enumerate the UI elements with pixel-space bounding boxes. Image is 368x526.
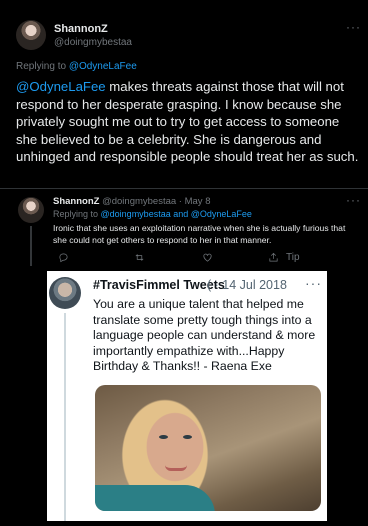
tip-button[interactable]: Tip xyxy=(286,252,300,266)
reply-header: ShannonZ @doingmybestaa · May 8 xyxy=(53,196,210,207)
divider xyxy=(0,188,368,189)
replying-label: Replying to xyxy=(53,209,101,219)
reply-avatar[interactable] xyxy=(18,197,44,223)
more-dots-icon[interactable]: ··· xyxy=(346,20,361,34)
embedded-photo xyxy=(95,385,321,511)
reply-icon[interactable] xyxy=(58,252,69,266)
mention-link[interactable]: @OdyneLaFee xyxy=(16,79,106,94)
avatar[interactable] xyxy=(16,20,46,50)
embedded-display-name: #TravisFimmel Tweets xyxy=(93,278,225,292)
thread-line xyxy=(30,226,32,266)
more-dots-icon[interactable]: ··· xyxy=(346,193,361,207)
photo-eye xyxy=(159,435,168,439)
replying-links[interactable]: @doingmybestaa and @OdyneLaFee xyxy=(101,209,252,219)
embedded-tweet-text: You are a unique talent that helped me t… xyxy=(93,297,316,374)
reply-replying-to: Replying to @doingmybestaa and @OdyneLaF… xyxy=(53,209,252,219)
reply-meta: @doingmybestaa · May 8 xyxy=(102,196,211,207)
replying-label: Replying to xyxy=(16,61,69,72)
photo-mouth xyxy=(165,465,187,471)
photo-eye xyxy=(183,435,192,439)
display-name[interactable]: ShannonZ xyxy=(54,23,108,35)
photo-shirt xyxy=(95,485,215,511)
reply-display-name[interactable]: ShannonZ xyxy=(53,196,99,207)
handle[interactable]: @doingmybestaa xyxy=(54,37,132,48)
share-icon[interactable] xyxy=(268,252,279,266)
embedded-tweet-screenshot: #TravisFimmel Tweets ( · 14 Jul 2018 ···… xyxy=(47,271,327,521)
replying-link[interactable]: @OdyneLaFee xyxy=(69,61,137,72)
tip-label: Tip xyxy=(286,252,300,263)
retweet-icon[interactable] xyxy=(134,252,145,266)
heart-icon[interactable] xyxy=(202,252,213,266)
twitter-dark-view: ShannonZ @doingmybestaa ··· Replying to … xyxy=(0,0,368,526)
embedded-avatar xyxy=(49,277,81,309)
reply-text: Ironic that she uses an exploitation nar… xyxy=(53,223,346,245)
embedded-thread-line xyxy=(64,313,66,521)
embedded-date: ( · 14 Jul 2018 xyxy=(207,278,287,292)
replying-to: Replying to @OdyneLaFee xyxy=(16,61,137,72)
tweet-text: @OdyneLaFee makes threats against those … xyxy=(16,78,362,166)
more-dots-icon: ··· xyxy=(305,275,322,291)
